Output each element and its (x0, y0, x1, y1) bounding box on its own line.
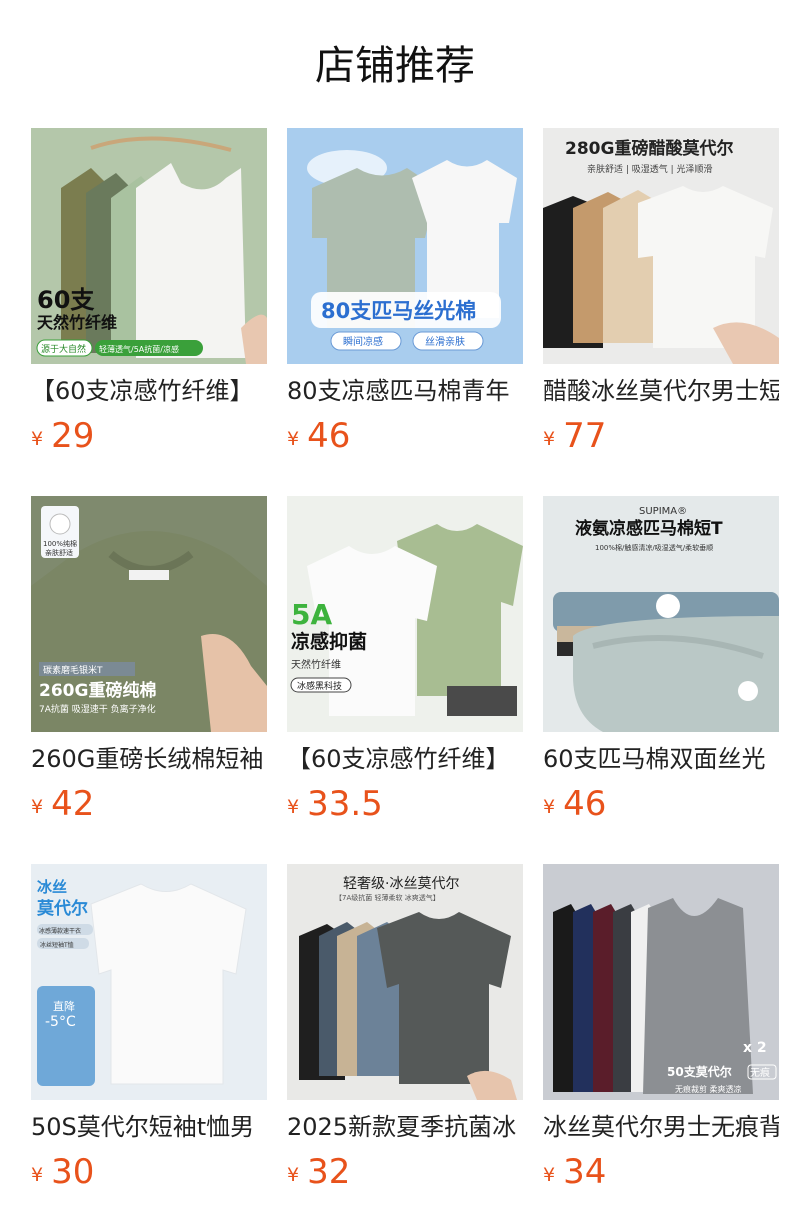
product-image[interactable]: SUPIMA® 液氨凉感匹马棉短T 100%棉/触感清凉/吸湿透气/柔软垂顺 (543, 496, 779, 732)
currency-symbol: ¥ (543, 428, 556, 450)
overlay-text: 源于大自然 (41, 343, 86, 355)
overlay-text: 5A (291, 598, 332, 631)
product-name[interactable]: 醋酸冰丝莫代尔男士短 (543, 374, 779, 408)
product-name[interactable]: 【60支凉感竹纤维】 (287, 742, 523, 776)
price-amount: 29 (51, 416, 95, 456)
price-amount: 30 (51, 1152, 95, 1192)
overlay-text: x 2 (743, 1040, 767, 1056)
currency-symbol: ¥ (31, 796, 44, 818)
overlay-text: 凉感抑菌 (291, 630, 367, 653)
product-price: ¥33.5 (287, 784, 383, 824)
currency-symbol: ¥ (543, 796, 556, 818)
overlay-text: 【7A级抗菌 轻薄柔软 冰爽透气】 (335, 893, 440, 902)
overlay-text: 天然竹纤维 (291, 658, 341, 671)
product-price: ¥46 (287, 416, 350, 456)
product-price: ¥42 (31, 784, 94, 824)
overlay-text: 260G重磅纯棉 (39, 680, 156, 701)
currency-symbol: ¥ (287, 796, 300, 818)
product-image[interactable]: 轻奢级·冰丝莫代尔 【7A级抗菌 轻薄柔软 冰爽透气】 (287, 864, 523, 1100)
currency-symbol: ¥ (31, 1164, 44, 1186)
product-name[interactable]: 【60支凉感竹纤维】 (31, 374, 267, 408)
product-image[interactable]: 5A 凉感抑菌 天然竹纤维 冰感黑科技 (287, 496, 523, 732)
currency-symbol: ¥ (31, 428, 44, 450)
overlay-text: 100%纯棉 (43, 539, 77, 548)
overlay-text: 无痕 (750, 1066, 770, 1079)
overlay-text: 天然竹纤维 (37, 313, 117, 332)
product-price: ¥77 (543, 416, 606, 456)
overlay-text: 莫代尔 (36, 898, 88, 919)
product-name[interactable]: 60支匹马棉双面丝光 (543, 742, 779, 776)
price-amount: 46 (307, 416, 351, 456)
product-name[interactable]: 2025新款夏季抗菌冰 (287, 1110, 523, 1144)
product-price: ¥46 (543, 784, 606, 824)
product-price: ¥29 (31, 416, 94, 456)
price-amount: 42 (51, 784, 95, 824)
price-amount: 77 (563, 416, 607, 456)
overlay-text: 冰感黑科技 (297, 680, 342, 692)
price-amount: 32 (307, 1152, 351, 1192)
price-amount: 34 (563, 1152, 607, 1192)
overlay-text: 轻薄透气/5A抗菌/凉感 (99, 344, 179, 354)
overlay-text: 液氨凉感匹马棉短T (575, 518, 723, 539)
currency-symbol: ¥ (287, 428, 300, 450)
overlay-text: 直降 (53, 999, 75, 1013)
overlay-text: 50支莫代尔 (667, 1064, 732, 1079)
product-name[interactable]: 80支凉感匹马棉青年 (287, 374, 523, 408)
overlay-text: 冰丝短袖T恤 (40, 941, 74, 949)
overlay-text: 80支匹马丝光棉 (321, 299, 476, 323)
overlay-text: SUPIMA® (639, 506, 687, 517)
overlay-text: 280G重磅醋酸莫代尔 (565, 138, 733, 159)
price-amount: 46 (563, 784, 607, 824)
product-name[interactable]: 50S莫代尔短袖t恤男 (31, 1110, 267, 1144)
product-image[interactable]: 冰丝 莫代尔 冰感薄款速干衣 冰丝短袖T恤 直降 -5°C (31, 864, 267, 1100)
overlay-text: 丝滑亲肤 (425, 335, 465, 348)
overlay-text: -5°C (45, 1014, 76, 1030)
product-image[interactable]: 80支匹马丝光棉 瞬间凉感 丝滑亲肤 (287, 128, 523, 364)
overlay-text: 碳素磨毛银米T (43, 664, 103, 676)
overlay-text: 无痕裁剪 柔爽透凉 (675, 1084, 742, 1094)
product-price: ¥34 (543, 1152, 606, 1192)
product-image[interactable]: 280G重磅醋酸莫代尔 亲肤舒适 | 吸湿透气 | 光泽顺滑 (543, 128, 779, 364)
currency-symbol: ¥ (543, 1164, 556, 1186)
overlay-text: 轻奢级·冰丝莫代尔 (343, 876, 459, 892)
price-amount: 33.5 (307, 784, 383, 824)
overlay-text: 7A抗菌 吸湿速干 负离子净化 (39, 703, 156, 715)
overlay-text: 100%棉/触感清凉/吸湿透气/柔软垂顺 (595, 543, 713, 552)
overlay-text: 亲肤舒适 (45, 548, 73, 557)
page-title: 店铺推荐 (315, 43, 475, 89)
currency-symbol: ¥ (287, 1164, 300, 1186)
product-name[interactable]: 冰丝莫代尔男士无痕背 (543, 1110, 779, 1144)
overlay-text: 60支 (37, 286, 95, 314)
product-name[interactable]: 260G重磅长绒棉短袖 (31, 742, 267, 776)
overlay-text: 冰感薄款速干衣 (39, 927, 81, 935)
product-price: ¥32 (287, 1152, 350, 1192)
product-image[interactable]: 60支 天然竹纤维 源于大自然 轻薄透气/5A抗菌/凉感 (31, 128, 267, 364)
overlay-text: 瞬间凉感 (343, 335, 383, 348)
product-image[interactable]: x 2 50支莫代尔 无痕 无痕裁剪 柔爽透凉 (543, 864, 779, 1100)
product-image[interactable]: 100%纯棉 亲肤舒适 碳素磨毛银米T 260G重磅纯棉 7A抗菌 吸湿速干 负… (31, 496, 267, 732)
product-price: ¥30 (31, 1152, 94, 1192)
overlay-text: 冰丝 (37, 878, 67, 896)
overlay-text: 亲肤舒适 | 吸湿透气 | 光泽顺滑 (587, 163, 713, 175)
